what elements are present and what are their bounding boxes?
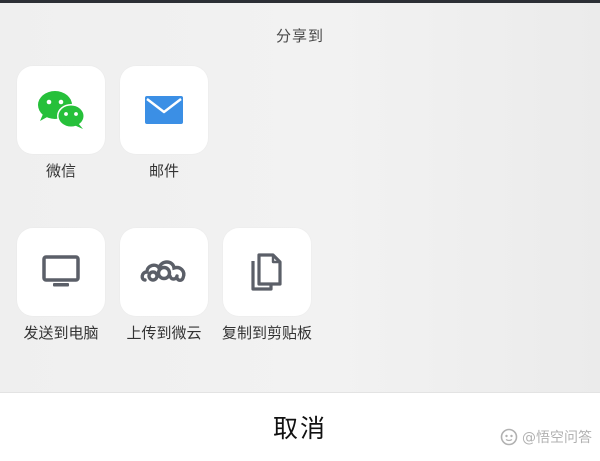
share-mail-tile[interactable] (120, 66, 208, 154)
watermark-text: @悟空问答 (522, 430, 592, 446)
mail-icon (145, 96, 183, 124)
share-wechat-label: 微信 (45, 162, 76, 180)
upload-to-weiyun-tile[interactable] (120, 228, 208, 316)
upload-to-weiyun-label: 上传到微云 (126, 324, 202, 342)
share-sheet-title: 分享到 (275, 27, 324, 45)
share-wechat-tile[interactable] (17, 66, 105, 154)
upload-to-weiyun-option[interactable]: 上传到微云 (120, 228, 208, 343)
wechat-icon (38, 91, 85, 129)
share-wechat-option[interactable]: 微信 (17, 66, 105, 181)
clipboard-copy-icon (251, 253, 282, 291)
wukong-icon (500, 428, 518, 446)
send-to-computer-tile[interactable] (17, 228, 105, 316)
copy-to-clipboard-label: 复制到剪贴板 (221, 324, 312, 342)
copy-to-clipboard-option[interactable]: 复制到剪贴板 (222, 228, 312, 343)
share-mail-option[interactable]: 邮件 (120, 66, 208, 181)
watermark: @悟空问答 (500, 427, 592, 447)
cloud-icon (140, 260, 186, 282)
share-sheet: 分享到 微信 邮件 发送到电脑 上传到微云 复制到剪贴板 (0, 3, 600, 392)
send-to-computer-option[interactable]: 发送到电脑 (17, 228, 105, 343)
share-mail-label: 邮件 (148, 162, 179, 180)
copy-to-clipboard-tile[interactable] (223, 228, 311, 316)
send-to-computer-label: 发送到电脑 (23, 324, 99, 342)
computer-icon (42, 255, 80, 287)
